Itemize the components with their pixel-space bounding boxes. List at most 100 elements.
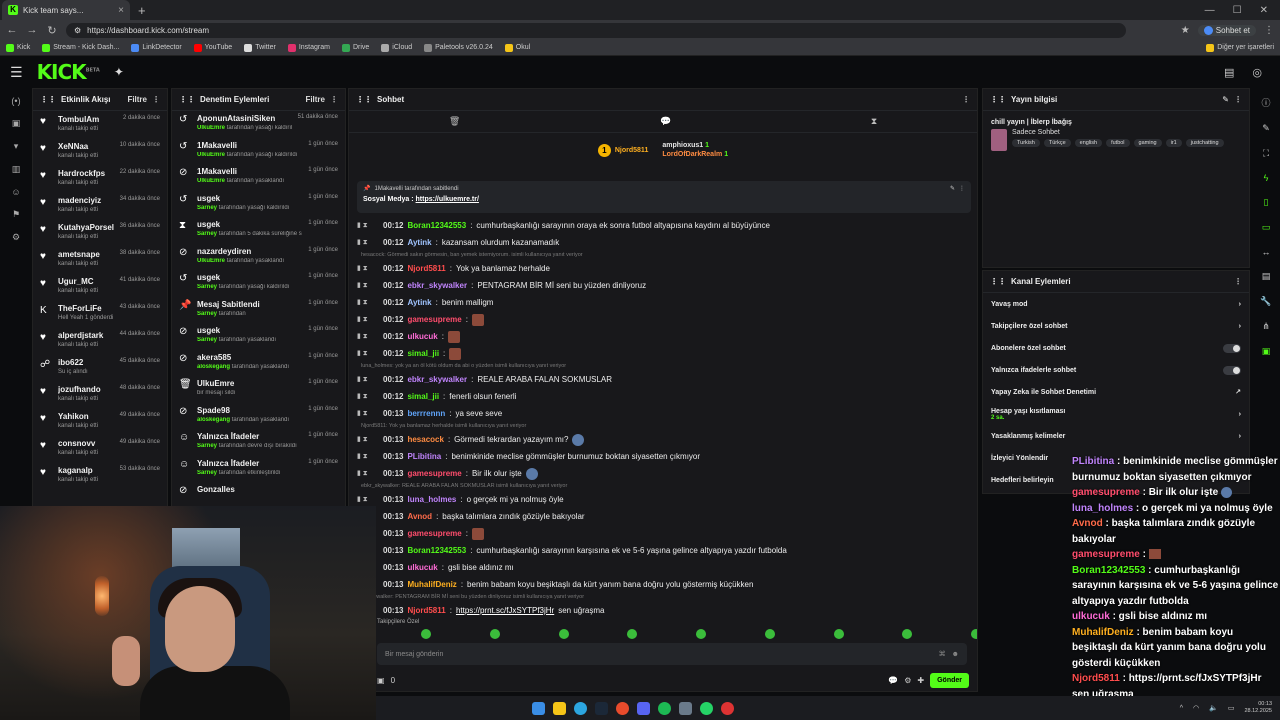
bookmark-item[interactable]: iCloud xyxy=(381,43,412,52)
chat-message[interactable]: ▮ ⧗ 00:12 Aytink: benim malligm xyxy=(357,294,971,311)
message-username[interactable]: Njord5811 xyxy=(407,602,445,619)
message-username[interactable]: gamesupreme xyxy=(407,465,461,482)
chat-message[interactable]: ▮ ⧗00:13Avnod:başka talımlara zındık göz… xyxy=(357,508,971,525)
stream-tag[interactable]: english xyxy=(1074,139,1103,147)
gear-icon[interactable]: ⚙ xyxy=(904,676,911,685)
panel-icon[interactable]: ▤ xyxy=(1262,271,1271,282)
emote-icon[interactable] xyxy=(902,629,913,639)
stream-icon[interactable]: ▣ xyxy=(12,118,21,129)
toggle-switch[interactable] xyxy=(1223,365,1241,375)
layout-icon[interactable]: ▤ xyxy=(1224,66,1234,79)
info-icon[interactable]: ⓘ xyxy=(1261,96,1270,109)
forward-icon[interactable]: → xyxy=(26,24,38,36)
pinned-link[interactable]: https://ulkuemre.tr/ xyxy=(416,196,479,203)
emoji-icon[interactable]: ☻ xyxy=(952,651,959,658)
mod-actions-icon[interactable]: ▮ ⧗ xyxy=(357,260,379,277)
message-username[interactable]: Aytink xyxy=(407,234,431,251)
chat-message[interactable]: ▮ ⧗ 00:13 berrrennn: ya seve seve xyxy=(357,405,971,422)
activity-item[interactable]: ♥ TombulAm kanalı takip etti 2 dakika önce xyxy=(33,111,167,138)
tray-arrow-icon[interactable]: ^ xyxy=(1180,705,1183,712)
drag-handle-icon[interactable]: ⋮⋮ xyxy=(356,95,372,104)
message-username[interactable]: simal_jii xyxy=(407,345,439,362)
message-username[interactable]: ulkucuk xyxy=(407,559,437,576)
moderation-item[interactable]: ⊘ Spade98 aloskegang tarafından yasaklandı… xyxy=(172,403,345,430)
external-link-icon[interactable]: ↗ xyxy=(1235,388,1241,396)
stream-tag[interactable]: Türkçe xyxy=(1043,139,1071,147)
stream-tag[interactable]: justchatting xyxy=(1185,139,1224,147)
moderation-item[interactable]: ⊘ akera585 aloskegang tarafından yasakland… xyxy=(172,350,345,377)
opera-icon[interactable] xyxy=(616,701,629,715)
mod-tools-icon[interactable]: ✚ xyxy=(917,676,924,685)
chevron-right-icon[interactable]: › xyxy=(1239,433,1241,440)
moderation-filter-button[interactable]: Filtre xyxy=(305,95,325,104)
chat-message[interactable]: ▮ ⧗ 00:12 Aytink: kazansam olurdum kazanama… xyxy=(357,234,971,251)
moderation-item[interactable]: ⊘ Gonzalles xyxy=(172,482,345,507)
commands-icon[interactable]: ⌘ xyxy=(939,650,946,658)
chat-settings-icon[interactable]: 💬 xyxy=(888,676,898,685)
mod-actions-icon[interactable]: ▮ ⧗ xyxy=(357,328,379,345)
taskbar-clock[interactable]: 00:13 28.12.2025 xyxy=(1244,701,1272,715)
battery-icon[interactable]: ▭ xyxy=(1228,704,1235,712)
activity-item[interactable]: ♥ ametsnape kanalı takip etti 38 dakika önc… xyxy=(33,246,167,273)
moderation-item[interactable]: ↺ usgek Sarney tarafından yasağı kaldırıld… xyxy=(172,270,345,297)
message-username[interactable]: MuhalifDeniz xyxy=(407,576,456,593)
edit-icon[interactable]: ✎ xyxy=(1222,95,1229,104)
moderation-item[interactable]: 📌 Mesaj Sabitlendi Sarney tarafından 1 gün … xyxy=(172,297,345,324)
leaderboard-user[interactable]: amphioxus1 1 xyxy=(662,142,728,149)
reload-icon[interactable]: ↻ xyxy=(46,24,58,37)
emote-icon[interactable] xyxy=(971,629,977,639)
whatsapp-icon[interactable] xyxy=(700,701,713,715)
steam-icon[interactable] xyxy=(595,701,608,715)
message-username[interactable]: Aytink xyxy=(407,294,431,311)
activity-item[interactable]: ♥ Hardrockfps kanalı takip etti 22 dakika ö… xyxy=(33,165,167,192)
obs-icon[interactable] xyxy=(721,701,734,715)
activity-item[interactable]: ♥ KutahyaPorselennn kanalı takip etti 36 da… xyxy=(33,219,167,246)
stream-tag[interactable]: futbol xyxy=(1106,139,1130,147)
send-button[interactable]: Gönder xyxy=(930,672,969,688)
chat-message[interactable]: ▮ ⧗ 00:12 ebkr_skywalker: REALE ARABA FALAN… xyxy=(357,371,971,388)
mod-actions-icon[interactable]: ▮ ⧗ xyxy=(357,388,379,405)
moderation-item[interactable]: 🗑 UlkuEmre bir mesajı sildi 1 gün önce xyxy=(172,376,345,403)
trash-icon[interactable]: 🗑 xyxy=(449,116,460,127)
app-icon[interactable] xyxy=(679,701,692,715)
moderation-item[interactable]: ☺ Yalnızca İfadeler Sarney tarafından devr… xyxy=(172,429,345,456)
hamburger-menu-icon[interactable]: ☰ xyxy=(10,64,23,81)
add-widget-icon[interactable]: ▣ xyxy=(1262,346,1271,357)
points-icon[interactable]: ▣ xyxy=(377,676,385,685)
url-field[interactable]: ⚙ https://dashboard.kick.com/stream xyxy=(66,22,1126,38)
fullscreen-icon[interactable]: ⛶ xyxy=(1263,148,1269,159)
chat-message[interactable]: ▮ ⧗ 00:13 luna_holmes: o gerçek mi ya nolmu… xyxy=(357,491,971,508)
message-username[interactable]: berrrennn xyxy=(407,405,445,422)
bookmark-item[interactable]: LinkDetector xyxy=(131,43,182,52)
mod-actions-icon[interactable]: ▮ ⧗ xyxy=(357,294,379,311)
chevron-right-icon[interactable]: › xyxy=(1239,411,1241,418)
chat-message[interactable]: ▮ ⧗00:13Njord5811:https://prnt.sc/fJxSYT… xyxy=(357,602,971,619)
chat-bubble-icon[interactable]: 💬 xyxy=(660,116,671,127)
activity-item[interactable]: ♥ madenciyiz kanalı takip etti 34 dakika ön… xyxy=(33,192,167,219)
moderation-item[interactable]: ⊘ nazardeydiren UlkuEmre tarafından yasakl… xyxy=(172,244,345,271)
broadcast-tool-icon[interactable]: ✦ xyxy=(114,65,124,79)
site-info-icon[interactable]: ⚙ xyxy=(74,26,81,35)
back-icon[interactable]: ← xyxy=(6,24,18,36)
mod-actions-icon[interactable]: ▮ ⧗ xyxy=(357,277,379,294)
settings-icon[interactable]: ⚙ xyxy=(12,232,20,243)
activity-item[interactable]: ♥ alperdjstark kanalı takip etti 44 dakika … xyxy=(33,327,167,354)
drag-handle-icon[interactable]: ⋮⋮ xyxy=(990,95,1006,104)
toggle-switch[interactable] xyxy=(1223,343,1241,353)
chat-message[interactable]: ▮ ⧗00:13Boran12342553:cumhurbaşkanlığı s… xyxy=(357,542,971,559)
more-icon[interactable]: ⋮ xyxy=(152,95,160,104)
moderation-item[interactable]: ↺ AponunAtasiniSiken UlkuEmre tarafından y… xyxy=(172,111,345,138)
message-username[interactable]: PLibitina xyxy=(407,448,441,465)
pencil-icon[interactable]: ✎ xyxy=(1262,123,1270,134)
activity-item[interactable]: ♥ jozufhando kanalı takip etti 48 dakika ön… xyxy=(33,381,167,408)
message-username[interactable]: Njord5811 xyxy=(407,260,445,277)
channel-action-item[interactable]: Yavaş mod › xyxy=(983,293,1249,315)
chat-message[interactable]: ▮ ⧗ 00:12 ebkr_skywalker: PENTAGRAM BİR Mİ … xyxy=(357,277,971,294)
edge-icon[interactable] xyxy=(574,701,587,715)
mod-actions-icon[interactable]: ▮ ⧗ xyxy=(357,234,379,251)
message-link[interactable]: https://prnt.sc/fJxSYTPf3jHr xyxy=(456,602,554,619)
wifi-icon[interactable]: ◠ xyxy=(1193,704,1199,712)
trophy-icon[interactable]: ▾ xyxy=(14,141,19,152)
unpin-icon[interactable]: ✎ xyxy=(950,185,955,192)
emote-icon[interactable] xyxy=(764,629,775,639)
